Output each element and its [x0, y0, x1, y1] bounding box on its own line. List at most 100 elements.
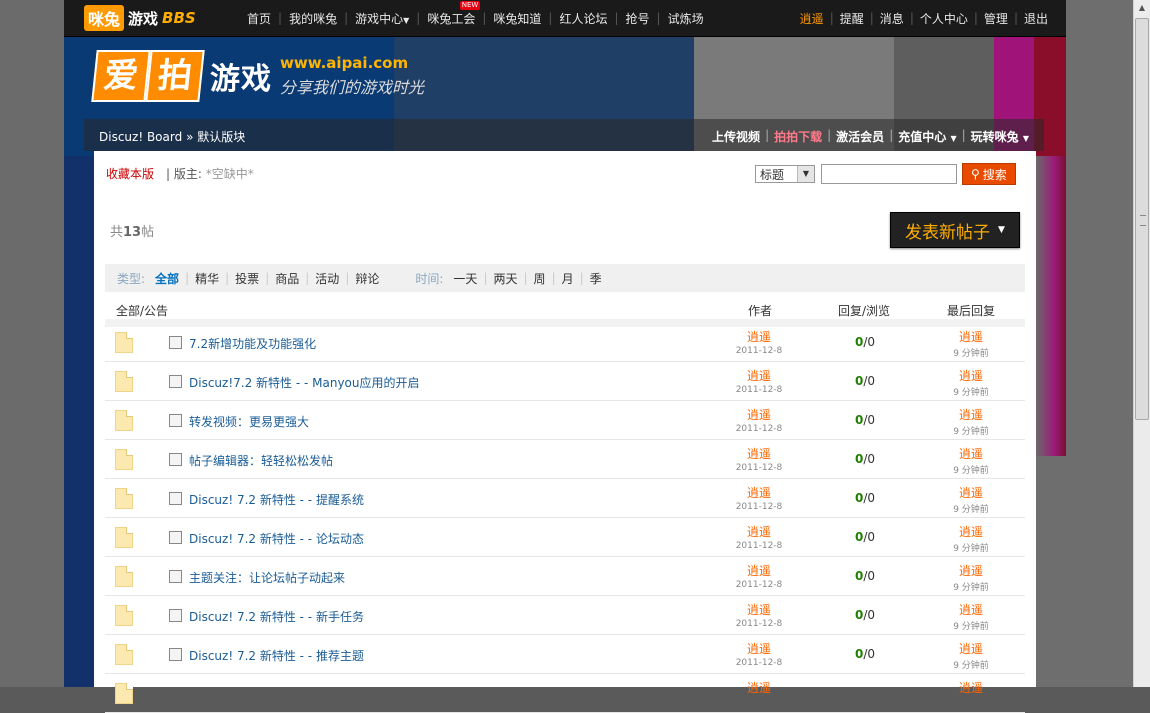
- thread-checkbox[interactable]: [169, 531, 182, 544]
- filter-one-day[interactable]: 一天: [447, 270, 483, 287]
- search-input[interactable]: [821, 164, 957, 184]
- filter-two-days[interactable]: 两天: [487, 270, 523, 287]
- filter-activity[interactable]: 活动: [309, 270, 345, 287]
- nav-home[interactable]: 首页: [240, 10, 278, 27]
- table-row: 转发视频：更易更强大 逍遥 2011-12-8 0/0 逍遥 9 分钟前: [105, 401, 1025, 440]
- author-link[interactable]: 逍遥: [717, 679, 801, 696]
- nav-game-center[interactable]: 游戏中心▼: [348, 10, 416, 27]
- filter-all[interactable]: 全部: [149, 270, 185, 287]
- last-reply-user[interactable]: 逍遥: [931, 523, 1011, 540]
- author-link[interactable]: 逍遥: [717, 601, 801, 618]
- author-link[interactable]: 逍遥: [717, 406, 801, 423]
- search-button[interactable]: ⚲ 搜索: [962, 163, 1016, 185]
- breadcrumb-separator: »: [186, 130, 194, 144]
- thread-title-link[interactable]: Discuz! 7.2 新特性 - - 论坛动态: [189, 530, 364, 547]
- view-count: 0: [867, 452, 876, 466]
- filter-goods[interactable]: 商品: [269, 270, 305, 287]
- author-link[interactable]: 逍遥: [717, 640, 801, 657]
- user-name-link[interactable]: 逍遥: [794, 10, 830, 27]
- thread-folder-icon: [115, 371, 133, 392]
- left-backdrop: [0, 0, 64, 687]
- nav-admin[interactable]: 管理: [978, 10, 1014, 27]
- author-link[interactable]: 逍遥: [717, 445, 801, 462]
- nav-user-center[interactable]: 个人中心: [914, 10, 974, 27]
- post-date: 2011-12-8: [735, 346, 783, 356]
- aipai-brand[interactable]: 爱 拍 游戏 www.aipai.com 分享我们的游戏时光: [91, 50, 424, 102]
- last-reply-user[interactable]: 逍遥: [931, 679, 1011, 696]
- col-last-reply: 最后回复: [947, 304, 996, 318]
- thread-checkbox[interactable]: [169, 414, 182, 427]
- activate-member-link[interactable]: 激活会员: [831, 128, 889, 145]
- favorite-board-link[interactable]: 收藏本版: [106, 165, 154, 182]
- nav-logout[interactable]: 退出: [1018, 10, 1054, 27]
- filter-quarter[interactable]: 季: [584, 270, 608, 287]
- vertical-scrollbar[interactable]: ▲: [1133, 0, 1150, 687]
- top-nav-bar: 咪兔 游戏 BBS 首页 | 我的咪兔 | 游戏中心▼ | 咪兔工会 NEW | 咪兔知道…: [64, 0, 1066, 37]
- author-link[interactable]: 逍遥: [717, 484, 801, 501]
- filter-digest[interactable]: 精华: [189, 270, 225, 287]
- nav-messages[interactable]: 消息: [874, 10, 910, 27]
- thread-title-link[interactable]: 7.2新增功能及功能强化: [189, 335, 316, 352]
- last-reply-user[interactable]: 逍遥: [931, 562, 1011, 579]
- thread-count-prefix: 共: [110, 225, 124, 240]
- last-reply-user[interactable]: 逍遥: [931, 328, 1011, 345]
- filter-month[interactable]: 月: [556, 270, 580, 287]
- chevron-down-icon: ▼: [950, 134, 957, 143]
- thread-folder-icon: [115, 527, 133, 548]
- last-reply-user[interactable]: 逍遥: [931, 601, 1011, 618]
- paipai-download-link[interactable]: 拍拍下载: [769, 128, 827, 145]
- last-reply-user[interactable]: 逍遥: [931, 367, 1011, 384]
- upload-video-link[interactable]: 上传视频: [707, 128, 765, 145]
- thread-checkbox[interactable]: [169, 336, 182, 349]
- nav-trial[interactable]: 试炼场: [661, 10, 711, 27]
- nav-grab-code[interactable]: 抢号: [619, 10, 657, 27]
- thread-folder-icon: [115, 449, 133, 470]
- reply-view-count: 0/0: [854, 491, 876, 505]
- scroll-up-icon[interactable]: ▲: [1134, 0, 1150, 16]
- nav-guild[interactable]: 咪兔工会 NEW: [420, 0, 482, 27]
- thread-title-link[interactable]: 帖子编辑器：轻轻松松发帖: [189, 452, 333, 469]
- thread-author: 逍遥 2011-12-8: [717, 601, 801, 629]
- recharge-center-link[interactable]: 充值中心 ▼: [893, 128, 961, 145]
- breadcrumb-section[interactable]: 默认版块: [197, 130, 245, 144]
- last-reply-user[interactable]: 逍遥: [931, 406, 1011, 423]
- nav-reminders[interactable]: 提醒: [834, 10, 870, 27]
- user-nav: 逍遥 | 提醒 | 消息 | 个人中心 | 管理 | 退出: [794, 0, 1054, 36]
- filter-poll[interactable]: 投票: [229, 270, 265, 287]
- filter-debate[interactable]: 辩论: [349, 270, 385, 287]
- thread-checkbox[interactable]: [169, 375, 182, 388]
- author-link[interactable]: 逍遥: [717, 367, 801, 384]
- thread-checkbox[interactable]: [169, 492, 182, 505]
- author-link[interactable]: 逍遥: [717, 523, 801, 540]
- explore-mitu-link[interactable]: 玩转咪兔 ▼: [966, 128, 1034, 145]
- thread-checkbox[interactable]: [169, 648, 182, 661]
- thread-checkbox[interactable]: [169, 570, 182, 583]
- last-reply-user[interactable]: 逍遥: [931, 640, 1011, 657]
- thread-title-link[interactable]: Discuz! 7.2 新特性 - - 推荐主题: [189, 647, 364, 664]
- last-reply-user[interactable]: 逍遥: [931, 445, 1011, 462]
- nav-know[interactable]: 咪兔知道: [486, 10, 548, 27]
- thread-title-link[interactable]: Discuz! 7.2 新特性 - - 新手任务: [189, 608, 364, 625]
- filter-week[interactable]: 周: [528, 270, 552, 287]
- thread-author: 逍遥 2011-12-8: [717, 445, 801, 473]
- thread-title-link[interactable]: Discuz!7.2 新特性 - - Manyou应用的开启: [189, 374, 420, 391]
- author-link[interactable]: 逍遥: [717, 562, 801, 579]
- thread-title-link[interactable]: 主题关注：让论坛帖子动起来: [189, 569, 345, 586]
- reply-view-count: 0/0: [854, 530, 876, 544]
- author-link[interactable]: 逍遥: [717, 328, 801, 345]
- site-logo[interactable]: 咪兔 游戏 BBS: [84, 5, 196, 31]
- last-reply-user[interactable]: 逍遥: [931, 484, 1011, 501]
- thread-title-link[interactable]: 转发视频：更易更强大: [189, 413, 309, 430]
- thread-title-link[interactable]: Discuz! 7.2 新特性 - - 提醒系统: [189, 491, 364, 508]
- thread-folder-icon: [115, 683, 133, 704]
- breadcrumb-board[interactable]: Discuz! Board: [99, 130, 182, 144]
- nav-star-forum[interactable]: 红人论坛: [552, 10, 614, 27]
- thread-checkbox[interactable]: [169, 609, 182, 622]
- chevron-down-icon: ▼: [797, 166, 814, 182]
- search-type-select[interactable]: 标题 ▼: [755, 165, 815, 183]
- nav-my-mitu[interactable]: 我的咪兔: [282, 10, 344, 27]
- last-reply-time: 9 分钟前: [953, 583, 989, 593]
- thread-checkbox[interactable]: [169, 453, 182, 466]
- scrollbar-thumb[interactable]: [1135, 18, 1149, 420]
- new-post-button[interactable]: 发表新帖子 ▼: [890, 212, 1020, 248]
